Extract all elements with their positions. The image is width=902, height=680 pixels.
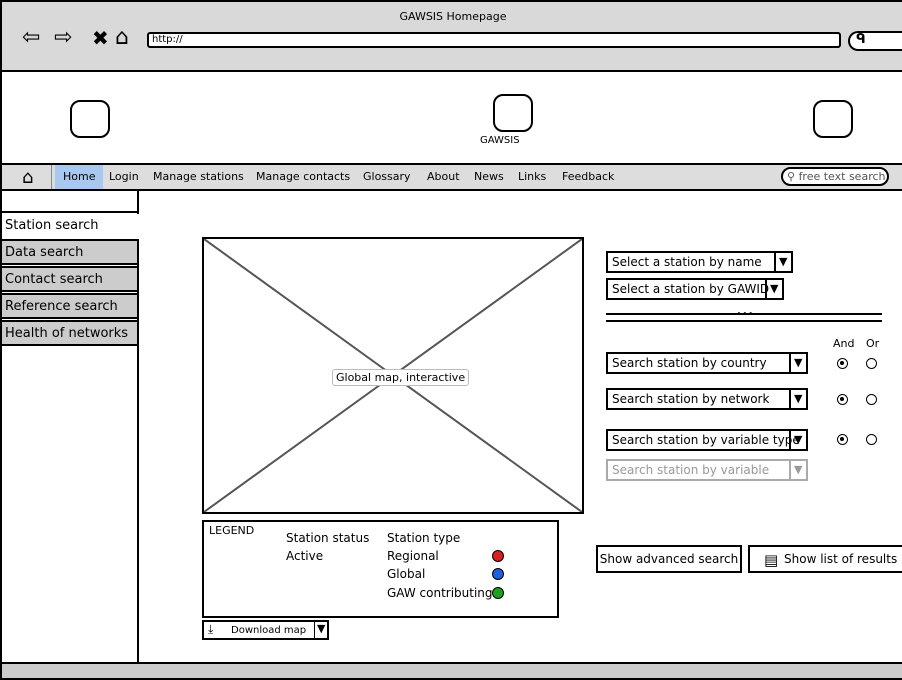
browser-window: GAWSIS Homepage ⇦ ⇨ ✖ ⌂ http:// ᑫ GAWSIS…	[0, 0, 902, 680]
sidebar-top-spacer	[2, 191, 139, 213]
url-bar[interactable]: http://	[147, 32, 841, 48]
gaw-contributing-marker-icon	[492, 587, 504, 599]
section-divider-bottom[interactable]	[606, 320, 882, 322]
dropdown-separator	[789, 461, 791, 479]
global-marker-icon	[492, 568, 504, 580]
chevron-down-icon[interactable]: ▼	[794, 354, 802, 372]
browser-chrome: GAWSIS Homepage ⇦ ⇨ ✖ ⌂ http:// ᑫ	[2, 2, 902, 72]
country-select-label: Search station by country	[612, 356, 767, 370]
logo-caption: GAWSIS	[480, 135, 520, 146]
search-icon: ᑫ	[856, 32, 866, 47]
sidebar-item-health-of-networks[interactable]: Health of networks	[2, 320, 139, 346]
nav-feedback[interactable]: Feedback	[562, 170, 614, 183]
download-map-label: Download map	[231, 625, 307, 636]
nav-manage-stations[interactable]: Manage stations	[153, 170, 244, 183]
legend-type-global: Global	[387, 567, 426, 581]
chevron-down-icon[interactable]: ▼	[770, 280, 778, 298]
variable-select[interactable]: Search station by variable ▼	[606, 459, 808, 481]
nav-about[interactable]: About	[427, 170, 460, 183]
logo-right	[813, 100, 853, 138]
or-column-header: Or	[866, 337, 880, 350]
dropdown-separator	[314, 622, 315, 638]
show-results-label: Show list of results	[784, 552, 898, 566]
show-results-button[interactable]: ▤ Show list of results	[748, 545, 902, 573]
free-text-search[interactable]: ⚲ free text search	[781, 167, 889, 186]
nav-login[interactable]: Login	[109, 170, 139, 183]
legend-type-header: Station type	[387, 531, 461, 545]
chevron-down-icon[interactable]: ▼	[779, 253, 787, 271]
station-gawid-select-label: Select a station by GAWID	[612, 282, 770, 296]
sidebar-item-reference-search[interactable]: Reference search	[2, 293, 139, 319]
chevron-down-icon[interactable]: ▼	[794, 461, 802, 479]
country-and-radio[interactable]	[837, 358, 848, 369]
variable-type-and-radio[interactable]	[837, 434, 848, 445]
legend-type-gaw-contributing: GAW contributing	[387, 586, 493, 600]
back-icon[interactable]: ⇦	[22, 26, 40, 50]
download-icon: ⤓	[208, 622, 214, 636]
regional-marker-icon	[492, 550, 504, 562]
nav-manage-contacts[interactable]: Manage contacts	[256, 170, 350, 183]
logo-center	[493, 94, 533, 132]
network-and-radio[interactable]	[837, 394, 848, 405]
download-map-button[interactable]: ⤓ Download map ▼	[202, 620, 329, 640]
network-or-radio[interactable]	[866, 394, 877, 405]
variable-type-select-label: Search station by variable type	[612, 433, 800, 447]
chevron-down-icon[interactable]: ▼	[794, 390, 802, 408]
chevron-down-icon[interactable]: ▼	[794, 431, 802, 449]
search-icon: ⚲	[787, 170, 796, 183]
status-bar	[2, 662, 902, 678]
logo-left	[70, 100, 110, 138]
nav-news[interactable]: News	[474, 170, 504, 183]
show-advanced-search-button[interactable]: Show advanced search	[596, 545, 742, 573]
dropdown-separator	[774, 253, 776, 271]
nav-home[interactable]: Home	[63, 170, 95, 183]
and-column-header: And	[833, 337, 855, 350]
browser-search[interactable]: ᑫ	[848, 31, 902, 51]
variable-type-or-radio[interactable]	[866, 434, 877, 445]
legend-status-value: Active	[286, 549, 324, 563]
nav-divider	[51, 165, 52, 189]
splitter-handle-icon[interactable]: •••	[736, 310, 754, 320]
document-icon: ▤	[764, 551, 779, 569]
network-select[interactable]: Search station by network ▼	[606, 388, 808, 410]
variable-type-select[interactable]: Search station by variable type ▼	[606, 429, 808, 451]
home-icon[interactable]: ⌂	[115, 26, 129, 50]
search-placeholder: free text search	[798, 170, 886, 183]
station-gawid-select[interactable]: Select a station by GAWID ▼	[606, 278, 784, 300]
country-or-radio[interactable]	[866, 358, 877, 369]
dropdown-separator	[789, 390, 791, 408]
legend-title: LEGEND	[209, 524, 255, 537]
sidebar-item-contact-search[interactable]: Contact search	[2, 266, 139, 292]
map-legend: LEGEND Station status Active Station typ…	[202, 520, 559, 618]
browser-title: GAWSIS Homepage	[399, 10, 507, 23]
station-name-select-label: Select a station by name	[612, 255, 762, 269]
sidebar-item-data-search[interactable]: Data search	[2, 239, 139, 265]
country-select[interactable]: Search station by country ▼	[606, 352, 808, 374]
dropdown-separator	[789, 431, 791, 449]
stop-icon[interactable]: ✖	[92, 26, 109, 50]
home-nav-icon[interactable]: ⌂	[22, 167, 33, 188]
nav-links[interactable]: Links	[518, 170, 546, 183]
dropdown-separator	[765, 280, 767, 298]
legend-status-header: Station status	[286, 531, 370, 545]
map-label: Global map, interactive	[332, 369, 470, 386]
dropdown-separator	[789, 354, 791, 372]
network-select-label: Search station by network	[612, 392, 770, 406]
legend-type-regional: Regional	[387, 549, 439, 563]
station-name-select[interactable]: Select a station by name ▼	[606, 251, 793, 273]
chevron-down-icon[interactable]: ▼	[317, 622, 325, 635]
nav-glossary[interactable]: Glossary	[363, 170, 411, 183]
variable-select-label: Search station by variable	[612, 463, 770, 477]
sidebar: Station search Data search Contact searc…	[2, 191, 139, 662]
main-nav: ⌂ Home Login Manage stations Manage cont…	[2, 163, 902, 191]
forward-icon[interactable]: ⇨	[54, 26, 72, 50]
sidebar-item-station-search[interactable]: Station search	[2, 214, 139, 240]
